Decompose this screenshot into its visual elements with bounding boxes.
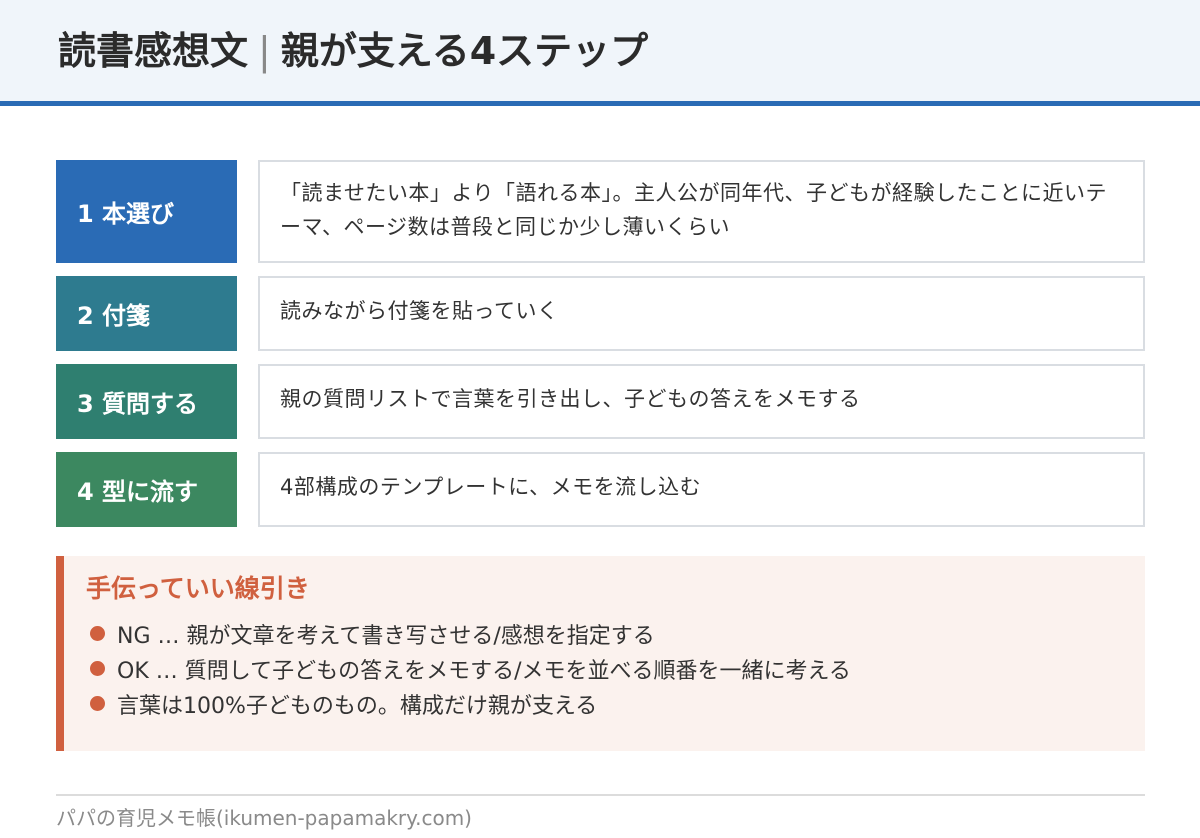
tips-item-ok: OK … 質問して子どもの答えをメモする/メモを並べる順番を一緒に考える xyxy=(90,651,851,686)
step-text-3: 親の質問リストで言葉を引き出し、子どもの答えをメモする xyxy=(258,364,1145,439)
bullet-icon xyxy=(90,696,105,711)
tips-item-text: OK … 質問して子どもの答えをメモする/メモを並べる順番を一緒に考える xyxy=(117,658,851,684)
tips-list: NG … 親が文章を考えて書き写させる/感想を指定する OK … 質問して子ども… xyxy=(90,616,851,721)
tips-item-words: 言葉は100%子どものもの。構成だけ親が支える xyxy=(90,686,851,721)
tips-title: 手伝っていい線引き xyxy=(86,574,310,603)
step-text-1: 「読ませたい本」より「語れる本」。主人公が同年代、子どもが経験したことに近いテー… xyxy=(258,160,1145,263)
step-label-2: 2 付箋 xyxy=(56,276,237,351)
step-text-4: 4部構成のテンプレートに、メモを流し込む xyxy=(258,452,1145,527)
tips-item-text: NG … 親が文章を考えて書き写させる/感想を指定する xyxy=(117,623,655,649)
tips-item-text: 言葉は100%子どものもの。構成だけ親が支える xyxy=(117,693,598,719)
footer-credit: パパの育児メモ帳(ikumen-papamakry.com) xyxy=(56,806,472,830)
step-row-4: 4 型に流す 4部構成のテンプレートに、メモを流し込む xyxy=(56,452,1145,527)
step-label-1: 1 本選び xyxy=(56,160,237,263)
step-row-3: 3 質問する 親の質問リストで言葉を引き出し、子どもの答えをメモする xyxy=(56,364,1145,439)
step-row-1: 1 本選び 「読ませたい本」より「語れる本」。主人公が同年代、子どもが経験したこ… xyxy=(56,160,1145,263)
step-label-4: 4 型に流す xyxy=(56,452,237,527)
header: 読書感想文 | 親が支える4ステップ xyxy=(0,0,1200,106)
page-title: 読書感想文 | 親が支える4ステップ xyxy=(58,26,648,76)
title-separator: | xyxy=(258,29,271,73)
step-row-2: 2 付箋 読みながら付箋を貼っていく xyxy=(56,276,1145,351)
page-title-sub: 親が支える4ステップ xyxy=(280,29,649,73)
bullet-icon xyxy=(90,661,105,676)
footer-divider xyxy=(56,794,1145,796)
page-title-main: 読書感想文 xyxy=(58,29,249,73)
step-label-3: 3 質問する xyxy=(56,364,237,439)
bullet-icon xyxy=(90,626,105,641)
step-text-2: 読みながら付箋を貼っていく xyxy=(258,276,1145,351)
tips-item-ng: NG … 親が文章を考えて書き写させる/感想を指定する xyxy=(90,616,851,651)
tips-box: 手伝っていい線引き NG … 親が文章を考えて書き写させる/感想を指定する OK… xyxy=(56,556,1145,751)
